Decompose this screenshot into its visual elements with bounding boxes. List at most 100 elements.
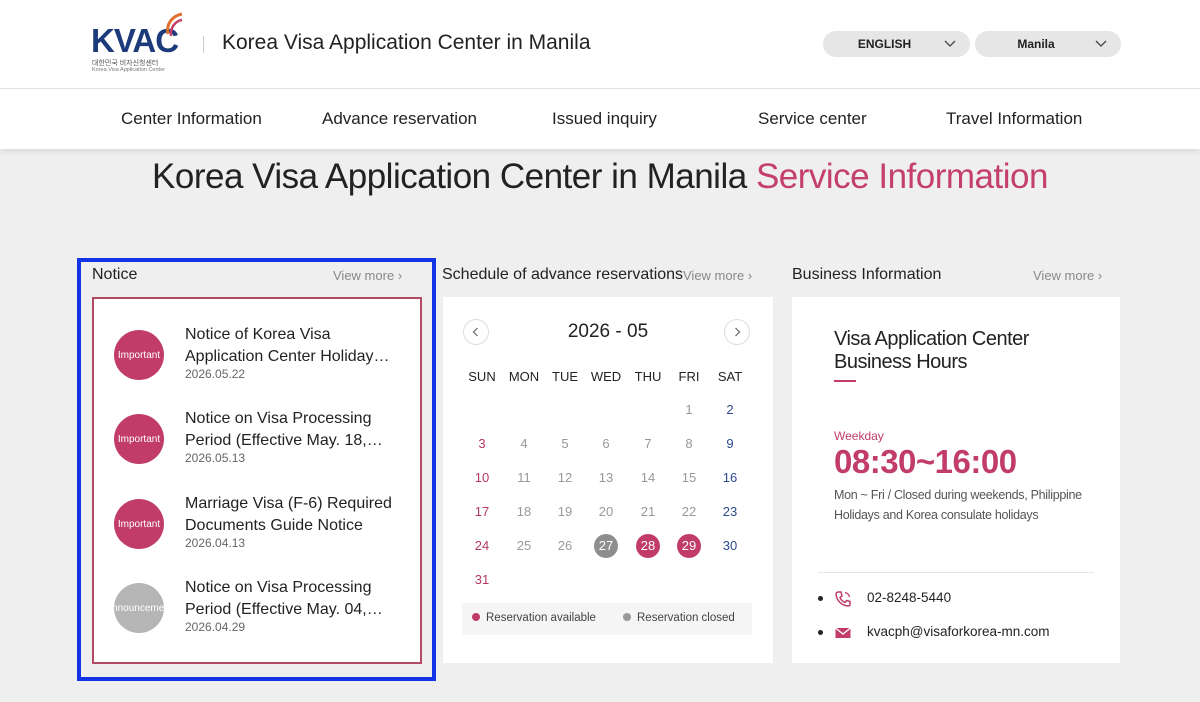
calendar-day: 17 [474, 504, 490, 519]
phone-icon [835, 591, 851, 607]
weekday-header: TUE [552, 369, 578, 384]
business-view-more-label: View more [1033, 268, 1095, 283]
calendar-day: 8 [685, 436, 693, 451]
closed-dot-icon [623, 613, 631, 621]
calendar-day: 4 [520, 436, 528, 451]
notice-title: Notice of Korea Visa Application Center … [185, 326, 374, 365]
calendar-day: 16 [722, 470, 738, 485]
language-select-value: ENGLISH [857, 37, 912, 51]
announcement-badge: Announcement [114, 583, 164, 633]
weekday-header: FRI [678, 369, 700, 384]
calendar-day: 1 [685, 402, 693, 417]
business-hours-title: Visa Application Center Business Hours [834, 328, 1029, 373]
calendar-day: 7 [644, 436, 652, 451]
calendar-day: 18 [516, 504, 532, 519]
calendar-day: 31 [474, 572, 490, 587]
chevron-right-icon [735, 327, 741, 337]
business-info-card: Visa Application Center Business Hours W… [792, 297, 1120, 663]
chevron-down-icon [944, 40, 956, 47]
calendar-day: 21 [640, 504, 656, 519]
nav-service-center[interactable]: Service center [758, 89, 867, 149]
nav-center-information[interactable]: Center Information [121, 89, 262, 149]
nav-issued-inquiry[interactable]: Issued inquiry [552, 89, 657, 149]
important-badge: Important [114, 499, 164, 549]
email-address: kvacph@visaforkorea-mn.com [867, 624, 1050, 639]
chevron-down-icon [1095, 40, 1107, 47]
calendar-day: 24 [474, 538, 490, 553]
calendar-day: 9 [726, 436, 734, 451]
calendar-day: 5 [561, 436, 569, 451]
calendar-day: 13 [598, 470, 614, 485]
main-nav: Center Information Advance reservation I… [0, 89, 1200, 149]
phone-number: 02-8248-5440 [867, 590, 952, 605]
bullet [818, 596, 823, 601]
calendar-day-available[interactable]: 29 [677, 534, 701, 558]
calendar-day: 12 [557, 470, 573, 485]
business-hours: 08:30~16:00 [834, 443, 1017, 480]
notice-date: 2026.05.13 [185, 451, 246, 465]
header-divider [203, 36, 204, 53]
calendar-day: 26 [557, 538, 573, 553]
legend-closed: Reservation closed [623, 612, 735, 624]
notice-item[interactable]: Important Notice on Visa Processing Peri… [114, 410, 414, 484]
schedule-view-more-link[interactable]: View more › [683, 268, 752, 283]
mail-icon [835, 627, 851, 638]
title-underline [834, 380, 856, 382]
notice-section-title: Notice [92, 266, 138, 283]
calendar-day: 3 [478, 436, 486, 451]
top-header: KVAC 대한민국 비자신청센터 Korea Visa Application … [0, 0, 1200, 89]
notice-view-more-link[interactable]: View more › [333, 268, 402, 283]
important-badge: Important [114, 330, 164, 380]
next-month-button[interactable] [724, 319, 750, 345]
legend-available-label: Reservation available [486, 612, 596, 624]
language-select[interactable]: ENGLISH [823, 31, 970, 57]
calendar-day-closed: 27 [594, 534, 618, 558]
page-title: Korea Visa Application Center in Manila … [0, 157, 1200, 197]
calendar-day: 25 [516, 538, 532, 553]
notice-view-more-label: View more [333, 268, 395, 283]
calendar-day: 15 [681, 470, 697, 485]
notice-item[interactable]: Announcement Notice on Visa Processing P… [114, 579, 414, 653]
calendar-day: 14 [640, 470, 656, 485]
site-title: Korea Visa Application Center in Manila [222, 31, 591, 54]
chevron-right-icon: › [397, 268, 403, 283]
logo-english-text: Korea Visa Application Center [92, 67, 165, 73]
legend-closed-label: Reservation closed [637, 612, 735, 624]
calendar-day: 19 [557, 504, 573, 519]
nav-travel-information[interactable]: Travel Information [946, 89, 1082, 149]
calendar-day: 6 [602, 436, 610, 451]
notice-title: Notice on Visa Processing Period (Effect… [185, 579, 372, 618]
logo-swoosh-icon [166, 12, 183, 37]
page-title-accent: Service Information [755, 157, 1049, 196]
weekday-header: WED [590, 369, 622, 384]
notice-title: Notice on Visa Processing Period (Effect… [185, 410, 372, 449]
chevron-right-icon: › [1097, 268, 1103, 283]
calendar-day: 2 [726, 402, 734, 417]
weekday-header: MON [508, 369, 540, 384]
business-view-more-link[interactable]: View more › [1033, 268, 1102, 283]
calendar-legend: Reservation available Reservation closed [462, 603, 752, 635]
schedule-view-more-label: View more [683, 268, 745, 283]
calendar-day: 22 [681, 504, 697, 519]
calendar-day: 11 [517, 470, 531, 485]
kvac-logo[interactable]: KVAC 대한민국 비자신청센터 Korea Visa Application … [88, 12, 188, 76]
weekday-header: SUN [468, 369, 496, 384]
calendar-day: 10 [474, 470, 490, 485]
calendar-day-available[interactable]: 28 [636, 534, 660, 558]
weekday-header: THU [634, 369, 662, 384]
bullet [818, 630, 823, 635]
notice-item[interactable]: Important Notice of Korea Visa Applicati… [114, 326, 414, 400]
page-title-main: Korea Visa Application Center in Manila [152, 157, 747, 196]
notice-list: Important Notice of Korea Visa Applicati… [92, 297, 422, 664]
schedule-section-title: Schedule of advance reservations [442, 266, 684, 283]
notice-title: Marriage Visa (F-6) Required Documents G… [185, 495, 392, 534]
city-select[interactable]: Manila [975, 31, 1121, 57]
divider [818, 572, 1094, 573]
notice-item[interactable]: Important Marriage Visa (F-6) Required D… [114, 495, 414, 569]
nav-advance-reservation[interactable]: Advance reservation [322, 89, 477, 149]
calendar-day: 30 [722, 538, 738, 553]
legend-available: Reservation available [472, 612, 596, 624]
calendar-day: 23 [722, 504, 738, 519]
notice-date: 2026.05.22 [185, 367, 246, 381]
chevron-right-icon: › [747, 268, 753, 283]
